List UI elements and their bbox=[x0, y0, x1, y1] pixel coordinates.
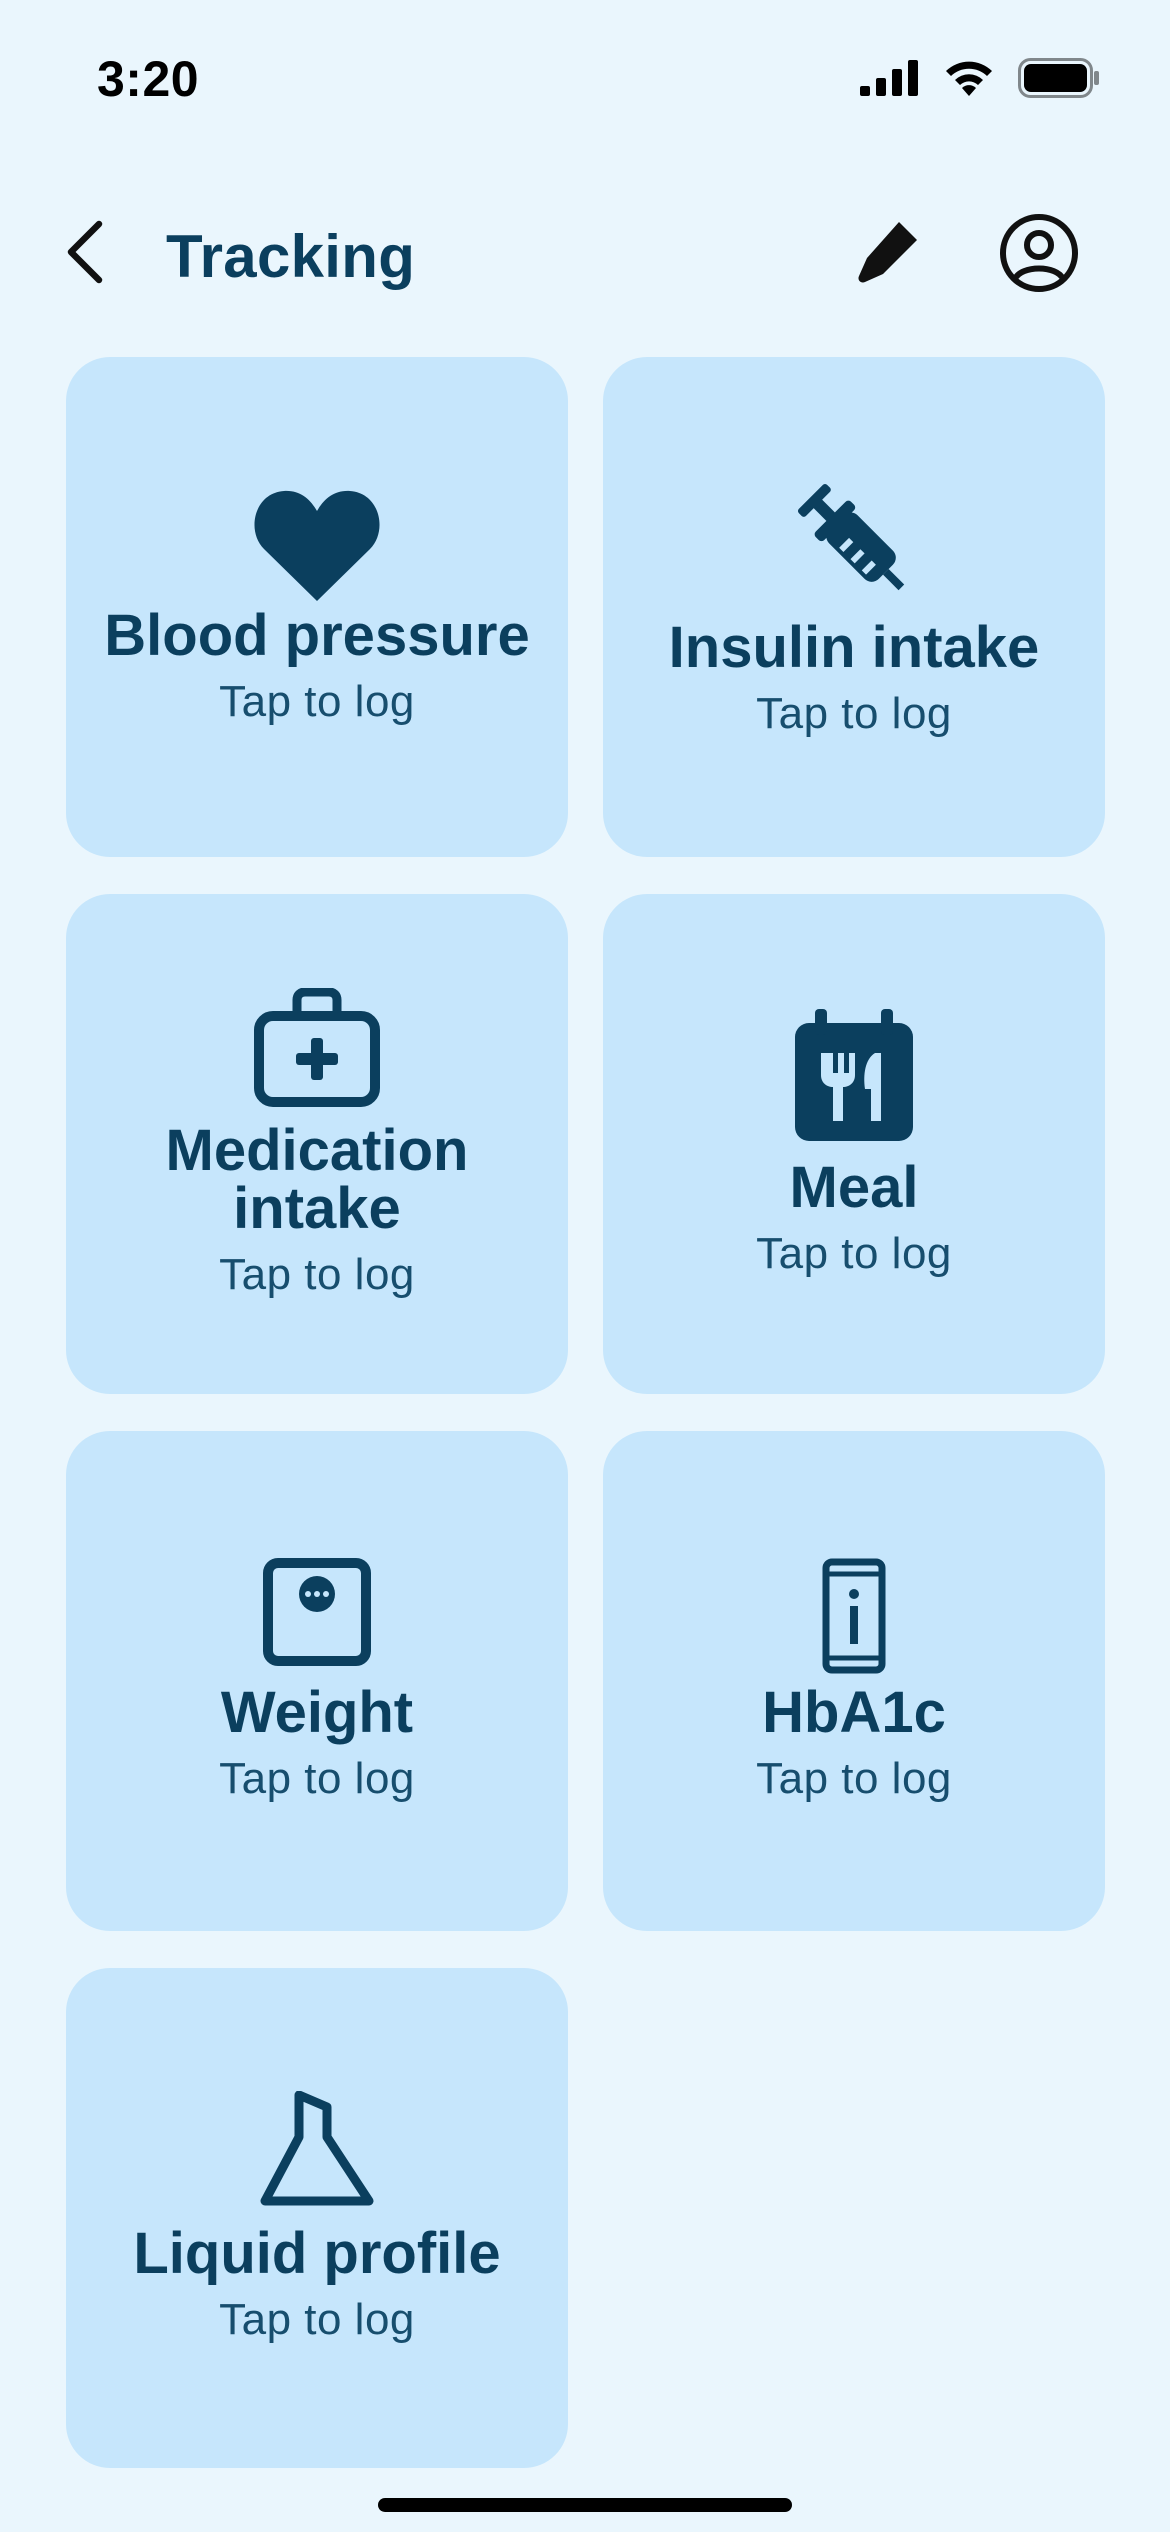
tile-title: HbA1c bbox=[762, 1680, 946, 1745]
home-indicator[interactable] bbox=[378, 2498, 792, 2512]
tile-title: Liquid profile bbox=[133, 2221, 501, 2286]
page-title: Tracking bbox=[166, 223, 416, 290]
tile-title: Weight bbox=[220, 1680, 414, 1745]
tile-medication-intake[interactable]: Medication intake Tap to log bbox=[66, 894, 568, 1394]
profile-button[interactable] bbox=[994, 210, 1084, 300]
scale-icon bbox=[263, 1558, 371, 1666]
flask-icon bbox=[257, 2091, 377, 2209]
meal-calendar-icon bbox=[793, 1009, 915, 1143]
battery-icon bbox=[1018, 58, 1100, 98]
tile-title: Insulin intake bbox=[668, 615, 1040, 680]
wifi-icon bbox=[942, 58, 996, 98]
user-circle-icon bbox=[999, 213, 1079, 298]
phone-info-icon bbox=[822, 1558, 886, 1674]
tile-subtitle: Tap to log bbox=[219, 1250, 415, 1299]
tile-insulin-intake[interactable]: Insulin intake Tap to log bbox=[603, 357, 1105, 857]
tile-meal[interactable]: Meal Tap to log bbox=[603, 894, 1105, 1394]
tracking-screen: 3:20 Tracking Blood pressure Tap to log … bbox=[0, 0, 1170, 2532]
tile-title: Meal bbox=[789, 1155, 919, 1220]
medical-kit-icon bbox=[252, 988, 382, 1108]
edit-button[interactable] bbox=[848, 214, 928, 294]
tile-title: Blood pressure bbox=[104, 603, 530, 668]
pencil-icon bbox=[855, 218, 921, 291]
tile-blood-pressure[interactable]: Blood pressure Tap to log bbox=[66, 357, 568, 857]
syringe-icon bbox=[789, 475, 919, 605]
tile-subtitle: Tap to log bbox=[219, 1754, 415, 1803]
tile-subtitle: Tap to log bbox=[756, 1754, 952, 1803]
tile-subtitle: Tap to log bbox=[219, 2295, 415, 2344]
tile-liquid-profile[interactable]: Liquid profile Tap to log bbox=[66, 1968, 568, 2468]
heart-icon bbox=[252, 487, 382, 603]
tile-subtitle: Tap to log bbox=[756, 689, 952, 738]
tile-title: Medication intake bbox=[165, 1118, 469, 1241]
tile-hba1c[interactable]: HbA1c Tap to log bbox=[603, 1431, 1105, 1931]
tile-weight[interactable]: Weight Tap to log bbox=[66, 1431, 568, 1931]
cellular-signal-icon bbox=[860, 60, 920, 96]
header: Tracking bbox=[0, 200, 1170, 310]
tile-subtitle: Tap to log bbox=[219, 677, 415, 726]
tile-subtitle: Tap to log bbox=[756, 1229, 952, 1278]
status-time: 3:20 bbox=[97, 51, 200, 107]
status-bar: 3:20 bbox=[0, 0, 1170, 160]
chevron-left-icon bbox=[63, 218, 107, 291]
back-button[interactable] bbox=[55, 218, 115, 290]
status-icons bbox=[860, 58, 1100, 98]
